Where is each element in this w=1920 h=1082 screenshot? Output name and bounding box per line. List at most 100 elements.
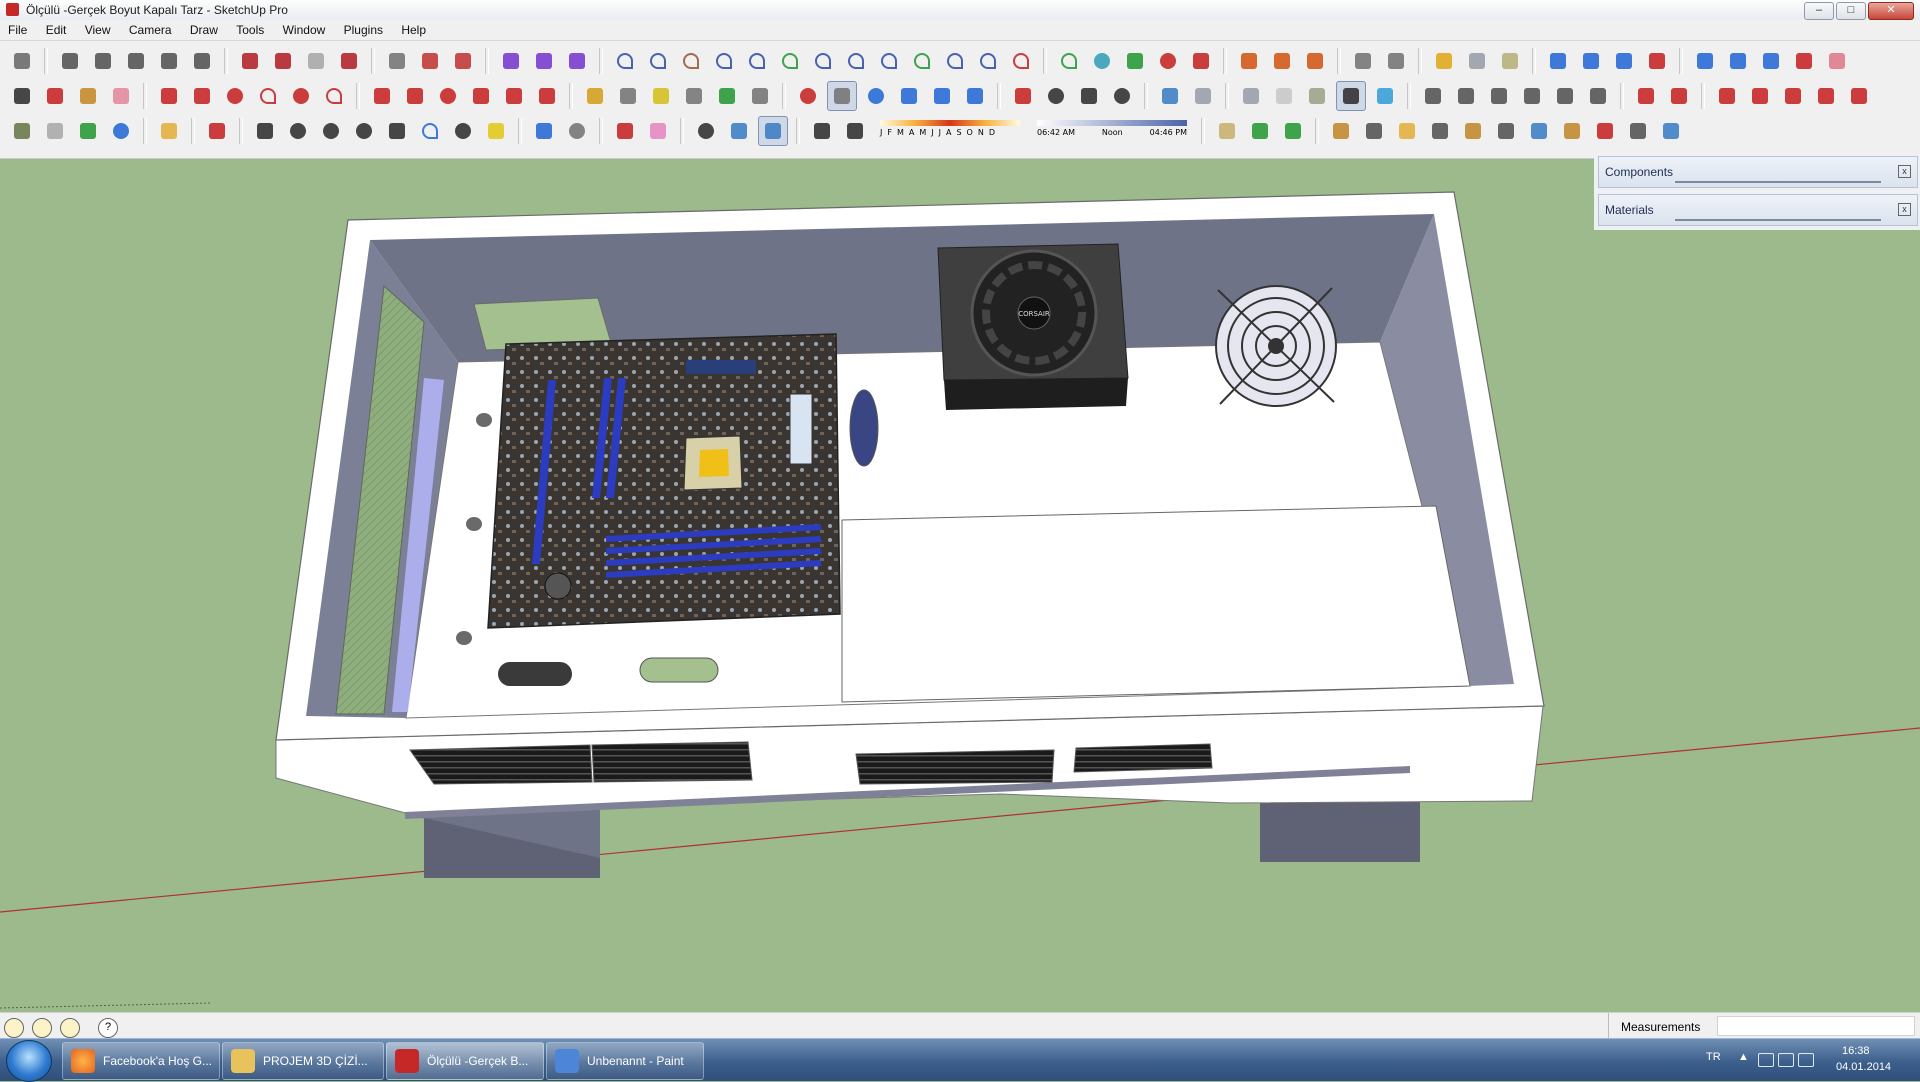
mirror-icon[interactable]	[1724, 47, 1752, 75]
solid-subtract-icon[interactable]	[530, 47, 558, 75]
sandbox-smoove-tool-icon[interactable]	[1713, 82, 1741, 110]
face-style-wire-icon[interactable]	[1189, 82, 1217, 110]
extension-icon[interactable]	[449, 47, 477, 75]
view-right-house-icon[interactable]	[1518, 82, 1546, 110]
text-tool-icon[interactable]	[680, 82, 708, 110]
minimize-button[interactable]: –	[1804, 2, 1834, 20]
arc-2-icon[interactable]	[875, 47, 903, 75]
language-indicator[interactable]: TR	[1706, 1051, 1721, 1063]
shape-star-icon[interactable]	[449, 117, 477, 145]
crosshair-icon[interactable]	[692, 117, 720, 145]
align-icon[interactable]	[1577, 47, 1605, 75]
wireframe-icon[interactable]	[269, 47, 297, 75]
shaded-icon[interactable]	[335, 47, 363, 75]
shadow-date-bar[interactable]	[880, 120, 1020, 126]
sandbox-drape-tool-icon[interactable]	[1779, 82, 1807, 110]
eraser-2-icon[interactable]	[644, 117, 672, 145]
network-icon[interactable]	[1778, 1053, 1794, 1067]
scale-icon[interactable]	[1691, 47, 1719, 75]
front-view-icon[interactable]	[122, 47, 150, 75]
menu-help[interactable]: Help	[393, 20, 433, 37]
top-view-icon[interactable]	[89, 47, 117, 75]
axes-icon[interactable]	[713, 82, 741, 110]
previous-view-icon[interactable]	[961, 82, 989, 110]
copyright-icon[interactable]	[60, 1018, 80, 1038]
roof-9-icon[interactable]	[1591, 117, 1619, 145]
polygon-icon[interactable]	[1088, 47, 1116, 75]
component-box-3-icon[interactable]	[1496, 47, 1524, 75]
arrow-draw-icon[interactable]	[611, 117, 639, 145]
fog-toggle-icon[interactable]	[841, 117, 869, 145]
sandbox-drape-icon[interactable]	[1382, 47, 1410, 75]
geo-location-icon[interactable]	[4, 1018, 24, 1038]
tape-measure-icon[interactable]	[581, 82, 609, 110]
arc-3-icon[interactable]	[941, 47, 969, 75]
menu-view[interactable]: View	[77, 20, 118, 37]
view-top-house-icon[interactable]	[1452, 82, 1480, 110]
bezier-icon[interactable]	[611, 47, 639, 75]
spline-icon[interactable]	[710, 47, 738, 75]
hand-tool-icon[interactable]	[383, 47, 411, 75]
menu-edit[interactable]: Edit	[38, 20, 74, 37]
roof-6-icon[interactable]	[1492, 117, 1520, 145]
shape-parallelogram-icon[interactable]	[383, 117, 411, 145]
offset-icon[interactable]	[533, 82, 561, 110]
freehand-tool-icon[interactable]	[320, 82, 348, 110]
triangle-icon[interactable]	[1279, 117, 1307, 145]
maximize-button[interactable]: □	[1836, 2, 1866, 20]
segment-icon[interactable]	[743, 47, 771, 75]
right-view-icon[interactable]	[155, 47, 183, 75]
roof-8-icon[interactable]	[1558, 117, 1586, 145]
spiral-icon[interactable]	[842, 47, 870, 75]
3d-text-icon[interactable]	[746, 82, 774, 110]
face-style-xray-icon[interactable]	[1156, 82, 1184, 110]
roof-5-icon[interactable]	[1459, 117, 1487, 145]
taskbar-item-folder[interactable]: PROJEM 3D ÇİZİ...	[222, 1042, 384, 1080]
protractor-icon[interactable]	[647, 82, 675, 110]
google-earth-icon[interactable]	[8, 117, 36, 145]
shadow-date-slider[interactable]: J F M A M J J A S O N D	[880, 117, 1020, 145]
shape-arc-icon[interactable]	[416, 117, 444, 145]
volume-icon[interactable]	[1798, 1053, 1814, 1067]
rectangle-tool-icon[interactable]	[155, 82, 183, 110]
share-model-icon[interactable]	[107, 117, 135, 145]
circle-icon[interactable]	[1154, 47, 1182, 75]
scale-tool-icon[interactable]	[500, 82, 528, 110]
view-back-house-icon[interactable]	[1551, 82, 1579, 110]
zoom-icon[interactable]	[862, 82, 890, 110]
measurements-input[interactable]	[1717, 1016, 1915, 1036]
sandbox-stamp-tool-icon[interactable]	[1746, 82, 1774, 110]
sandbox-detail-icon[interactable]	[1812, 82, 1840, 110]
iso-view-icon[interactable]	[56, 47, 84, 75]
sandbox-contours-icon[interactable]	[1235, 47, 1263, 75]
pencil-line-icon[interactable]	[188, 82, 216, 110]
roof-1-icon[interactable]	[1327, 117, 1355, 145]
view-left-house-icon[interactable]	[1584, 82, 1612, 110]
cube-xray-icon[interactable]	[725, 117, 753, 145]
move-down-icon[interactable]	[1643, 47, 1671, 75]
roof-7-icon[interactable]	[1525, 117, 1553, 145]
freehand-icon[interactable]	[908, 47, 936, 75]
sandbox-stamp-icon[interactable]	[1349, 47, 1377, 75]
roof-2-icon[interactable]	[1360, 117, 1388, 145]
roof-10-icon[interactable]	[1624, 117, 1652, 145]
add-location-icon[interactable]	[74, 117, 102, 145]
curve-icon[interactable]	[677, 47, 705, 75]
shape-circle-icon[interactable]	[284, 117, 312, 145]
taskbar-item-sketchup[interactable]: Ölçülü -Gerçek B...	[386, 1042, 544, 1080]
menu-tools[interactable]: Tools	[228, 20, 271, 37]
line-tool-icon[interactable]	[1055, 47, 1083, 75]
orbit-icon[interactable]	[794, 82, 822, 110]
circle-tool-icon[interactable]	[221, 82, 249, 110]
shadow-time-slider[interactable]: 06:42 AM Noon 04:46 PM	[1037, 117, 1187, 145]
sandbox-from-scratch-icon[interactable]	[1665, 82, 1693, 110]
clock-time[interactable]: 16:38	[1842, 1045, 1870, 1057]
layers-icon[interactable]	[8, 47, 36, 75]
menu-file[interactable]: File	[0, 20, 34, 37]
menu-camera[interactable]: Camera	[121, 20, 179, 37]
toggle-terrain-icon[interactable]	[41, 117, 69, 145]
component-box-icon[interactable]	[1430, 47, 1458, 75]
back-view-icon[interactable]	[188, 47, 216, 75]
polyline-icon[interactable]	[644, 47, 672, 75]
xray-icon[interactable]	[236, 47, 264, 75]
